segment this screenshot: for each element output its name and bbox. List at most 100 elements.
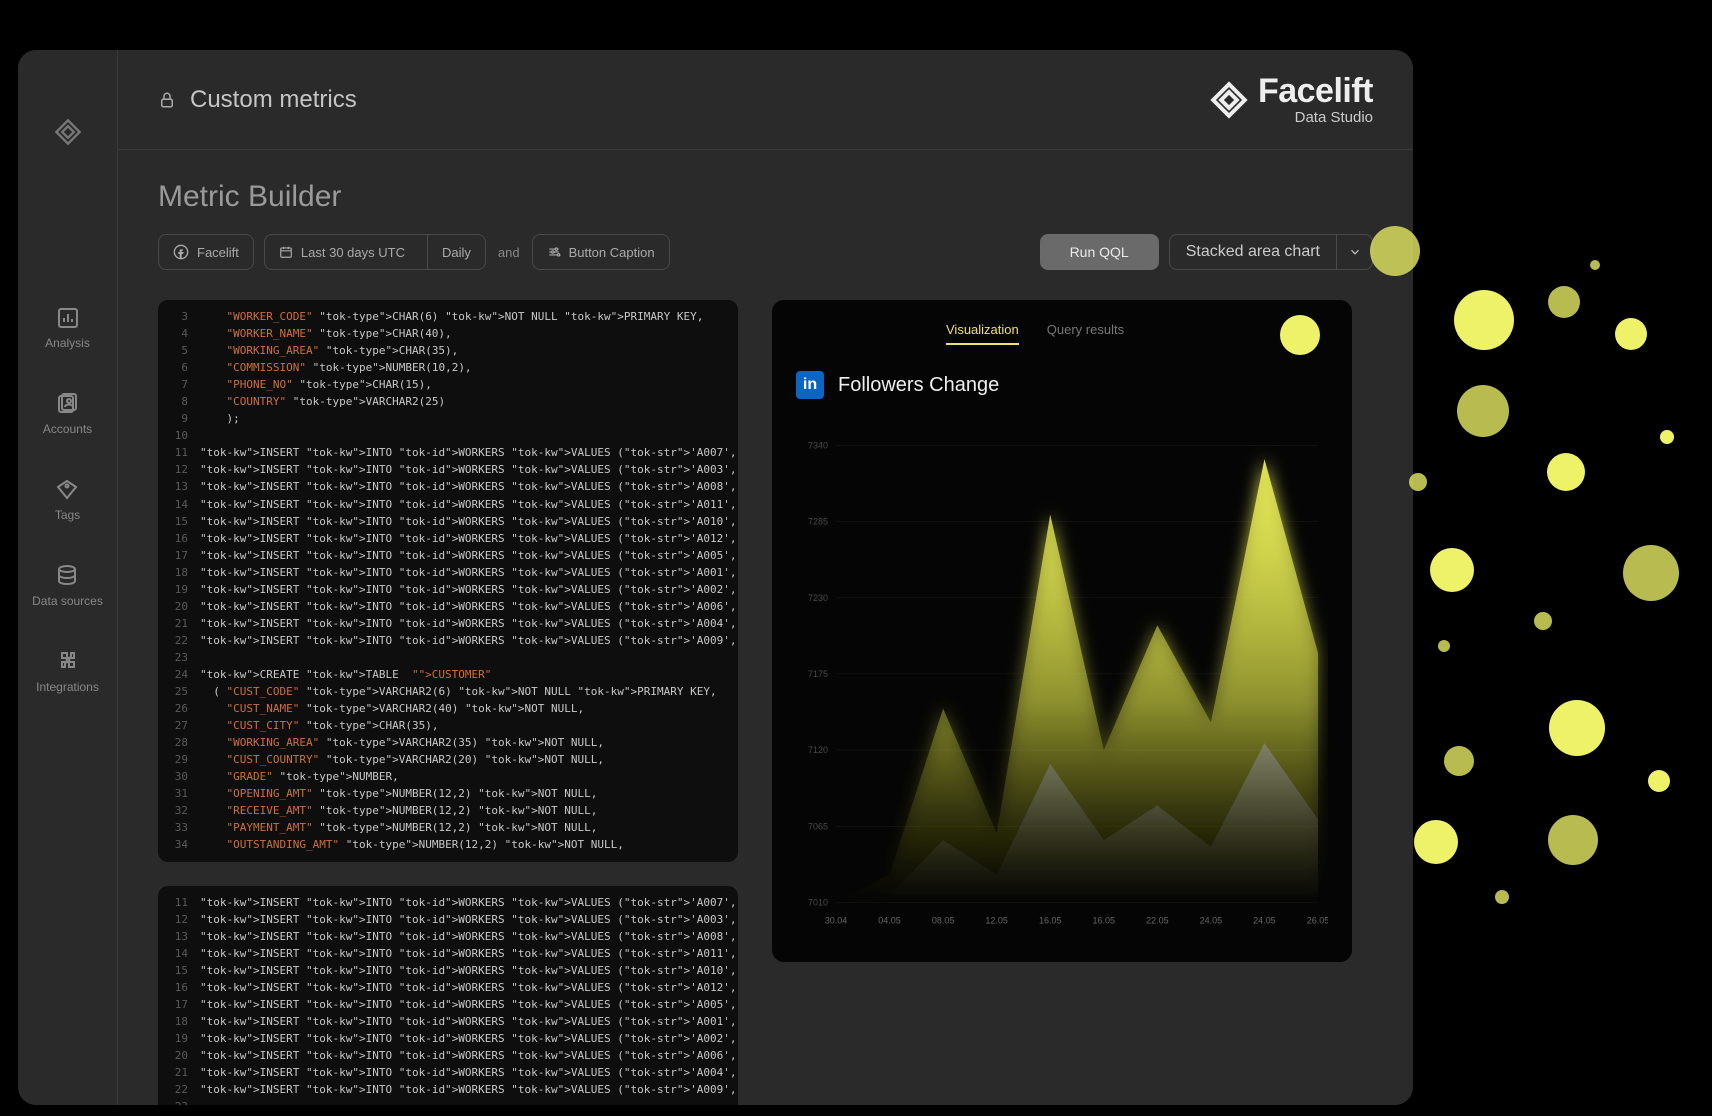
code-line: 28 "WORKING_AREA" "tok-type">VARCHAR2(35… — [158, 734, 738, 751]
code-line: 19"tok-kw">INSERT "tok-kw">INTO "tok-id"… — [158, 581, 738, 598]
code-line: 15"tok-kw">INSERT "tok-kw">INTO "tok-id"… — [158, 962, 738, 979]
code-line: 17"tok-kw">INSERT "tok-kw">INTO "tok-id"… — [158, 996, 738, 1013]
code-line: 13"tok-kw">INSERT "tok-kw">INTO "tok-id"… — [158, 478, 738, 495]
code-line: 23 — [158, 1098, 738, 1105]
code-line: 15"tok-kw">INSERT "tok-kw">INTO "tok-id"… — [158, 513, 738, 530]
svg-text:04.05: 04.05 — [878, 915, 900, 925]
code-line: 6 "COMMISSION" "tok-type">NUMBER(10,2), — [158, 359, 738, 376]
code-line: 25 ( "CUST_CODE" "tok-type">VARCHAR2(6) … — [158, 683, 738, 700]
area-chart: 7340728572307175712070657010 30.0404.050… — [796, 440, 1328, 934]
code-line: 16"tok-kw">INSERT "tok-kw">INTO "tok-id"… — [158, 530, 738, 547]
decoration-bubble — [1648, 770, 1670, 792]
code-line: 26 "CUST_NAME" "tok-type">VARCHAR2(40) "… — [158, 700, 738, 717]
code-line: 23 — [158, 649, 738, 666]
code-line: 18"tok-kw">INSERT "tok-kw">INTO "tok-id"… — [158, 564, 738, 581]
decoration-bubble — [1454, 290, 1514, 350]
code-line: 14"tok-kw">INSERT "tok-kw">INTO "tok-id"… — [158, 945, 738, 962]
brand-logo-icon — [1210, 81, 1248, 119]
svg-text:7230: 7230 — [808, 593, 828, 603]
decoration-bubble — [1444, 746, 1474, 776]
svg-text:16.05: 16.05 — [1093, 915, 1115, 925]
linkedin-icon: in — [796, 371, 824, 399]
svg-text:24.05: 24.05 — [1200, 915, 1222, 925]
rail-item-label: Accounts — [43, 422, 92, 436]
svg-text:7065: 7065 — [808, 821, 828, 831]
rail-item-label: Tags — [55, 508, 80, 522]
code-line: 31 "OPENING_AMT" "tok-type">NUMBER(12,2)… — [158, 785, 738, 802]
brand-subtitle: Data Studio — [1295, 110, 1373, 125]
rail-item-data-sources[interactable]: Data sources — [32, 564, 103, 608]
brand-name: Facelift — [1258, 74, 1373, 108]
decoration-bubble — [1547, 453, 1585, 491]
svg-text:7175: 7175 — [808, 669, 828, 679]
date-range-selector[interactable]: Last 30 days UTC Daily — [264, 234, 486, 270]
rail-item-integrations[interactable]: Integrations — [36, 650, 99, 694]
rail-item-label: Data sources — [32, 594, 103, 608]
tab-visualization[interactable]: Visualization — [946, 322, 1019, 345]
code-line: 21"tok-kw">INSERT "tok-kw">INTO "tok-id"… — [158, 1064, 738, 1081]
code-line: 18"tok-kw">INSERT "tok-kw">INTO "tok-id"… — [158, 1013, 738, 1030]
header: Custom metrics Facelift Data Studio — [118, 50, 1413, 150]
filter-button[interactable]: Button Caption — [532, 234, 670, 270]
visualization-title: Followers Change — [838, 374, 999, 397]
date-range-label: Last 30 days UTC — [301, 245, 405, 260]
lock-icon — [158, 91, 176, 109]
network-selector[interactable]: Facelift — [158, 234, 254, 270]
brand: Facelift Data Studio — [1210, 74, 1373, 125]
code-line: 3 "WORKER_CODE" "tok-type">CHAR(6) "tok-… — [158, 308, 738, 325]
decoration-bubble — [1370, 226, 1420, 276]
and-label: and — [498, 245, 520, 260]
decoration-bubble — [1495, 890, 1509, 904]
code-line: 10 — [158, 427, 738, 444]
rail-item-tags[interactable]: Tags — [55, 478, 80, 522]
code-line: 7 "PHONE_NO" "tok-type">CHAR(15), — [158, 376, 738, 393]
decoration-bubble — [1660, 430, 1674, 444]
app-window: Analysis Accounts Tags Data sources Inte… — [18, 50, 1413, 1105]
code-line: 27 "CUST_CITY" "tok-type">CHAR(35), — [158, 717, 738, 734]
main: Custom metrics Facelift Data Studio Metr… — [118, 50, 1413, 1105]
code-line: 8 "COUNTRY" "tok-type">VARCHAR2(25) — [158, 393, 738, 410]
code-line: 14"tok-kw">INSERT "tok-kw">INTO "tok-id"… — [158, 496, 738, 513]
chart-type-selector[interactable]: Stacked area chart — [1169, 234, 1373, 270]
code-line: 22"tok-kw">INSERT "tok-kw">INTO "tok-id"… — [158, 1081, 738, 1098]
toolbar: Facelift Last 30 days UTC Daily and Butt… — [158, 234, 1373, 270]
decoration-bubble — [1280, 315, 1320, 355]
decoration-bubble — [1414, 820, 1458, 864]
code-line: 5 "WORKING_AREA" "tok-type">CHAR(35), — [158, 342, 738, 359]
code-line: 17"tok-kw">INSERT "tok-kw">INTO "tok-id"… — [158, 547, 738, 564]
code-line: 16"tok-kw">INSERT "tok-kw">INTO "tok-id"… — [158, 979, 738, 996]
chart-type-label: Stacked area chart — [1170, 235, 1336, 269]
decoration-bubble — [1548, 286, 1580, 318]
code-line: 24"tok-kw">CREATE "tok-kw">TABLE "">CUST… — [158, 666, 738, 683]
content: Metric Builder Facelift Last 30 days UTC… — [118, 150, 1413, 1105]
puzzle-icon — [56, 650, 80, 674]
code-line: 20"tok-kw">INSERT "tok-kw">INTO "tok-id"… — [158, 1047, 738, 1064]
code-line: 34 "OUTSTANDING_AMT" "tok-type">NUMBER(1… — [158, 836, 738, 853]
code-line: 12"tok-kw">INSERT "tok-kw">INTO "tok-id"… — [158, 461, 738, 478]
tab-query-results[interactable]: Query results — [1047, 322, 1124, 345]
brand-icon — [54, 118, 82, 146]
code-line: 9 ); — [158, 410, 738, 427]
decoration-bubble — [1615, 318, 1647, 350]
svg-text:12.05: 12.05 — [985, 915, 1007, 925]
decoration-bubble — [1534, 612, 1552, 630]
code-line: 21"tok-kw">INSERT "tok-kw">INTO "tok-id"… — [158, 615, 738, 632]
code-editor-2[interactable]: 11"tok-kw">INSERT "tok-kw">INTO "tok-id"… — [158, 886, 738, 1106]
accounts-icon — [55, 392, 79, 416]
granularity-label: Daily — [427, 235, 485, 269]
rail-item-accounts[interactable]: Accounts — [43, 392, 92, 436]
decoration-bubble — [1590, 260, 1600, 270]
left-rail: Analysis Accounts Tags Data sources Inte… — [18, 50, 118, 1105]
code-line: 30 "GRADE" "tok-type">NUMBER, — [158, 768, 738, 785]
decoration-bubble — [1430, 548, 1474, 592]
visualization-panel: Visualization Query results in Followers… — [772, 300, 1352, 962]
rail-item-label: Analysis — [45, 336, 90, 350]
rail-item-analysis[interactable]: Analysis — [45, 306, 90, 350]
code-line: 19"tok-kw">INSERT "tok-kw">INTO "tok-id"… — [158, 1030, 738, 1047]
calendar-icon — [279, 245, 293, 259]
code-line: 32 "RECEIVE_AMT" "tok-type">NUMBER(12,2)… — [158, 802, 738, 819]
code-line: 11"tok-kw">INSERT "tok-kw">INTO "tok-id"… — [158, 444, 738, 461]
run-query-button[interactable]: Run QQL — [1040, 234, 1159, 270]
code-editor-1[interactable]: 3 "WORKER_CODE" "tok-type">CHAR(6) "tok-… — [158, 300, 738, 862]
database-icon — [55, 564, 79, 588]
